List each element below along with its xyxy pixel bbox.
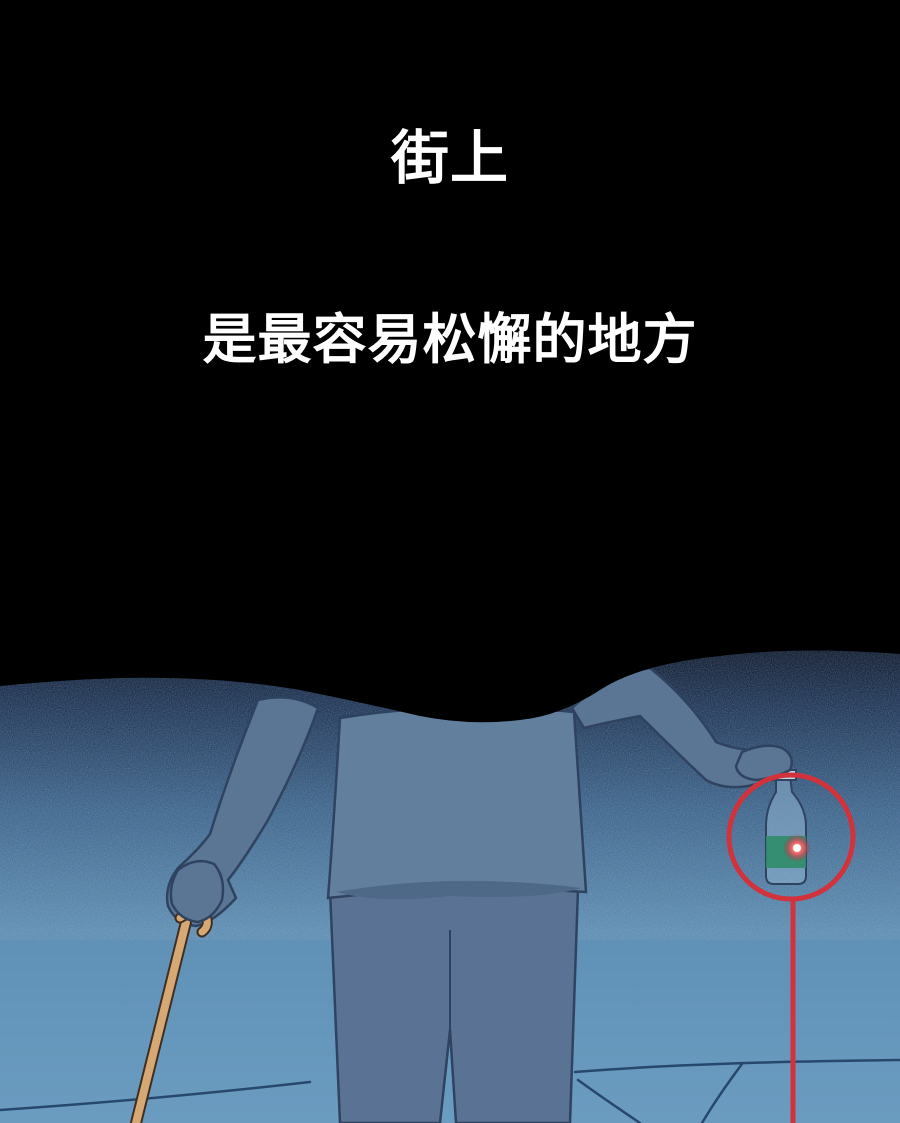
trousers: [328, 881, 580, 1123]
caption-line-2: 是最容易松懈的地方: [202, 308, 698, 371]
left-hand: [169, 859, 225, 924]
caption-line-1: 街上: [390, 124, 509, 192]
comic-panel: 街上 是最容易松懈的地方: [0, 0, 900, 1123]
torso: [326, 705, 588, 900]
